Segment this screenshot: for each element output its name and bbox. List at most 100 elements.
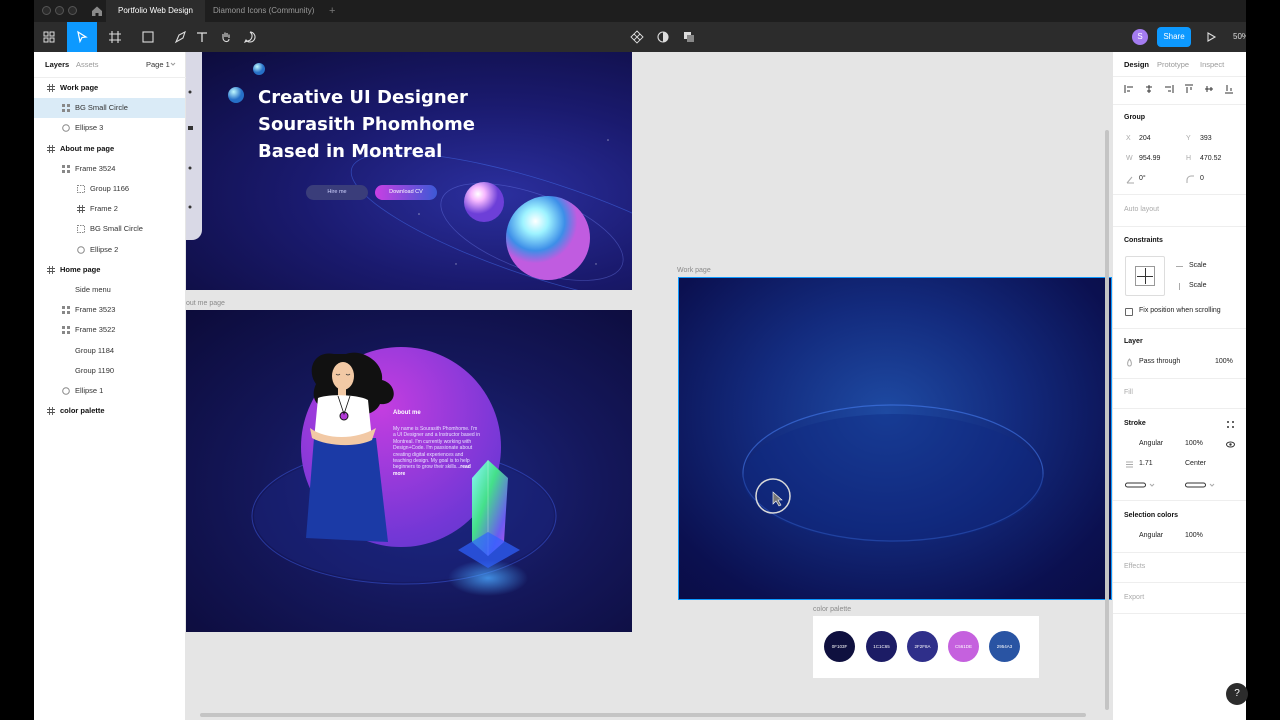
hire-me-button[interactable]: Hire me [306, 185, 368, 200]
tab-design[interactable]: Design [1124, 60, 1149, 69]
tab-inspect[interactable]: Inspect [1200, 60, 1224, 69]
stroke-cap-start-icon[interactable] [1125, 481, 1155, 489]
corner-radius-icon [1186, 175, 1194, 183]
stroke-type[interactable]: Angular [1139, 440, 1163, 447]
swatch-2954a3[interactable]: 2954A3 [989, 631, 1020, 662]
grid-dots-icon[interactable] [1226, 420, 1235, 429]
tab-portfolio-web-design[interactable]: Portfolio Web Design [106, 0, 205, 22]
minimize-window-button[interactable] [55, 6, 64, 15]
hero-title-line-2: Sourasith Phomhome [258, 114, 476, 135]
frame-tool-button[interactable] [100, 22, 130, 52]
text-icon [197, 32, 207, 42]
tab-diamond-icons[interactable]: Diamond Icons (Community) [201, 0, 326, 22]
stroke-cap-end-icon[interactable] [1185, 481, 1215, 489]
export-section-title[interactable]: Export [1124, 594, 1144, 601]
shape-tool-button[interactable] [133, 22, 163, 52]
layer-row[interactable]: About me page [34, 139, 185, 159]
layer-row[interactable]: Ellipse 1 [34, 381, 185, 401]
layer-row[interactable]: Frame 3523 [34, 300, 185, 320]
swatch-2f2f8a[interactable]: 2F2F8A [907, 631, 938, 662]
share-button[interactable]: Share [1157, 27, 1191, 47]
x-input[interactable]: 204 [1139, 135, 1151, 142]
align-top-icon[interactable] [1184, 84, 1194, 94]
layer-row[interactable]: Group 1166 [34, 179, 185, 199]
layer-label: Group 1184 [75, 345, 115, 355]
selection-color-opacity[interactable]: 100% [1185, 532, 1203, 539]
component-icon [62, 326, 70, 335]
layer-label: Group 1166 [90, 184, 130, 193]
align-left-icon[interactable] [1124, 84, 1134, 94]
hero-title-line-3: Based in Montreal [258, 141, 443, 162]
palette-frame-label[interactable]: color palette [813, 606, 851, 613]
blend-mode-select[interactable]: Pass through [1139, 358, 1180, 365]
layer-row[interactable]: BG Small Circle [34, 219, 185, 239]
work-page-frame[interactable] [678, 277, 1112, 600]
move-tool-button[interactable] [67, 22, 97, 52]
layer-row[interactable]: Frame 2 [34, 199, 185, 219]
constraint-widget[interactable] [1125, 256, 1165, 296]
color-palette-frame[interactable]: 0F103F 1C1C65 2F2F8A C561DE 2954A3 [813, 616, 1039, 678]
layer-row[interactable]: Side menu [34, 280, 185, 300]
design-canvas[interactable]: Creative UI Designer Sourasith Phomhome … [186, 52, 1112, 720]
eye-icon[interactable] [1226, 440, 1235, 449]
new-tab-plus-icon[interactable]: + [329, 0, 335, 22]
swatch-1c1c65[interactable]: 1C1C65 [866, 631, 897, 662]
about-me-page-frame[interactable]: About me My name is Sourasith Phomhome. … [186, 310, 632, 632]
h-input[interactable]: 470.52 [1200, 155, 1221, 162]
rotation-input[interactable]: 0° [1139, 175, 1146, 182]
align-bottom-icon[interactable] [1224, 84, 1234, 94]
w-input[interactable]: 954.99 [1139, 155, 1160, 162]
home-icon[interactable] [90, 4, 104, 18]
align-vertical-center-icon[interactable] [1204, 84, 1214, 94]
layer-row[interactable]: Group 1190 [34, 361, 185, 381]
download-cv-button[interactable]: Download CV [375, 185, 437, 200]
layer-row[interactable]: Frame 3522 [34, 320, 185, 340]
layer-row[interactable]: color palette [34, 401, 185, 421]
stroke-opacity-input[interactable]: 100% [1185, 440, 1203, 447]
group-section-title[interactable]: Group [1124, 114, 1145, 121]
y-input[interactable]: 393 [1200, 135, 1212, 142]
layer-opacity-input[interactable]: 100% [1215, 358, 1233, 365]
horizontal-constraint-select[interactable]: Scale [1189, 262, 1207, 269]
layer-row[interactable]: Ellipse 2 [34, 240, 185, 260]
vertical-scrollbar[interactable] [1105, 130, 1109, 710]
align-horizontal-center-icon[interactable] [1144, 84, 1154, 94]
comment-icon [243, 31, 256, 44]
layer-row[interactable]: Frame 3524 [34, 159, 185, 179]
user-avatar[interactable]: S [1132, 29, 1148, 45]
auto-layout-section[interactable]: Auto layout [1124, 206, 1159, 213]
effects-section-title[interactable]: Effects [1124, 563, 1145, 570]
tab-layers[interactable]: Layers [45, 60, 69, 69]
home-page-frame[interactable]: Creative UI Designer Sourasith Phomhome … [186, 52, 632, 290]
align-right-icon[interactable] [1164, 84, 1174, 94]
main-menu-button[interactable] [34, 22, 64, 52]
layer-row[interactable]: Home page [34, 260, 185, 280]
tab-assets[interactable]: Assets [76, 60, 99, 69]
layer-row[interactable]: Ellipse 3 [34, 118, 185, 138]
vertical-constraint-select[interactable]: Scale [1189, 282, 1207, 289]
page-selector[interactable]: Page 1 [146, 60, 170, 69]
stroke-weight-input[interactable]: 1.71 [1139, 460, 1153, 467]
boolean-ops-button[interactable] [674, 22, 704, 52]
layer-row[interactable]: BG Small Circle [34, 98, 185, 119]
about-frame-label[interactable]: out me page [186, 300, 225, 307]
fill-section-title[interactable]: Fill [1124, 389, 1133, 396]
tab-prototype[interactable]: Prototype [1157, 60, 1189, 69]
present-play-icon[interactable] [1204, 30, 1218, 44]
comment-tool-button[interactable] [235, 22, 265, 52]
work-decoration [742, 404, 1044, 542]
stroke-position-select[interactable]: Center [1185, 460, 1206, 467]
swatch-c561de[interactable]: C561DE [948, 631, 979, 662]
layer-row[interactable]: Group 1184 [34, 341, 185, 361]
fix-position-checkbox[interactable] [1125, 308, 1133, 316]
layer-row[interactable]: Work page [34, 78, 185, 98]
frame-icon [77, 205, 85, 214]
work-frame-label[interactable]: Work page [677, 267, 711, 274]
selection-color-type[interactable]: Angular [1139, 532, 1163, 539]
horizontal-scrollbar[interactable] [200, 713, 1086, 717]
swatch-0f103f[interactable]: 0F103F [824, 631, 855, 662]
radius-input[interactable]: 0 [1200, 175, 1204, 182]
maximize-window-button[interactable] [68, 6, 77, 15]
help-button[interactable]: ? [1226, 683, 1248, 705]
close-window-button[interactable] [42, 6, 51, 15]
